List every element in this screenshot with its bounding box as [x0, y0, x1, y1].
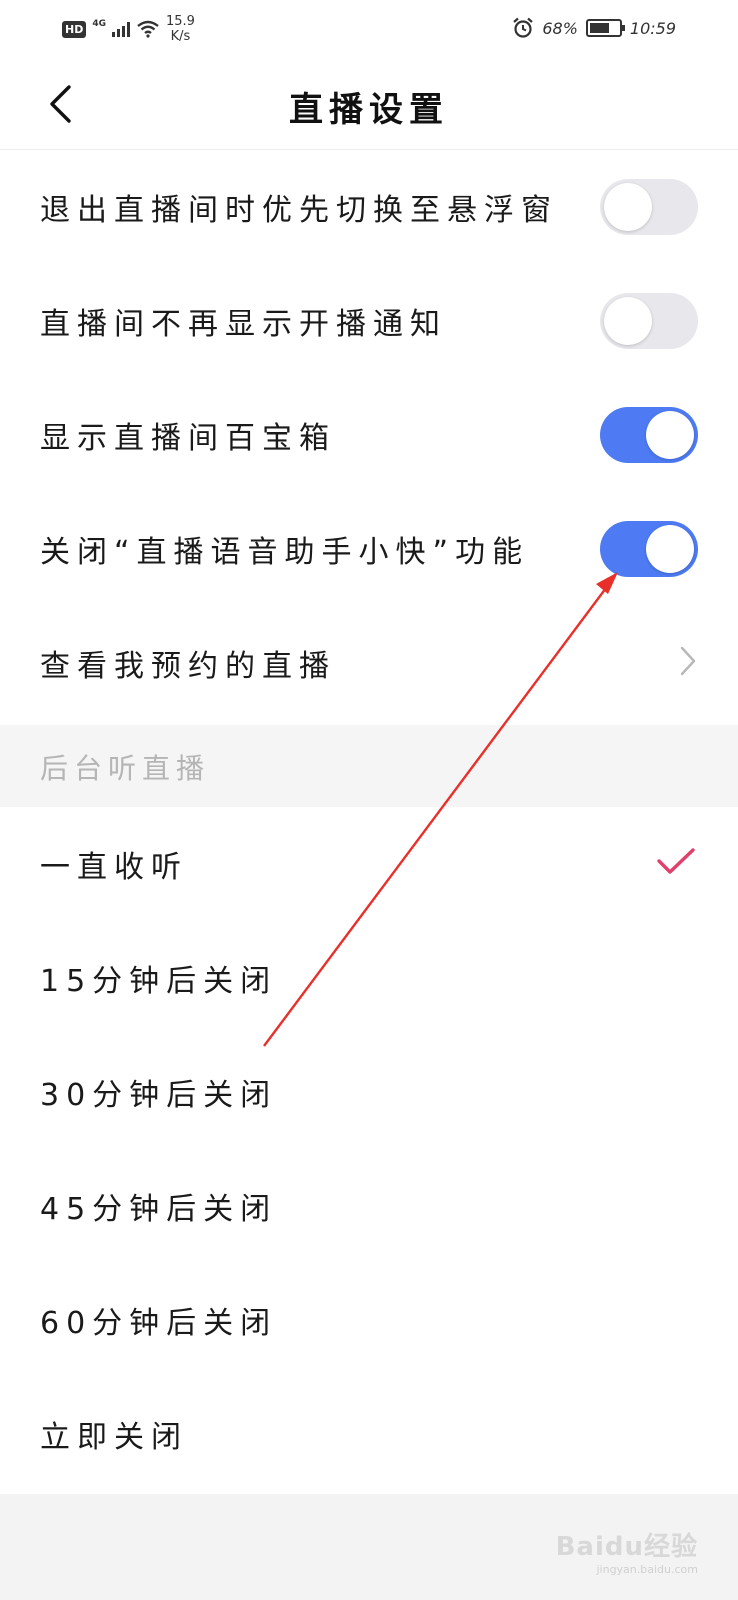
- nav-header: 直播设置: [0, 58, 738, 150]
- status-left: HD 4G 15.9 K/s: [62, 14, 195, 44]
- battery-percent: 68%: [542, 18, 578, 38]
- speed-value: 15.9: [166, 14, 195, 29]
- battery-fill: [589, 23, 609, 33]
- baidu-watermark: Baidu经验 jingyan.baidu.com: [556, 1526, 698, 1576]
- option-label: 45分钟后关闭: [40, 1192, 278, 1227]
- clock: 10:59: [629, 18, 676, 38]
- live-notification-toggle[interactable]: [600, 293, 698, 349]
- voice-assistant-toggle[interactable]: [600, 521, 698, 577]
- setting-row-floating-window[interactable]: 退出直播间时优先切换至悬浮窗: [0, 150, 738, 264]
- option-close-60min[interactable]: 60分钟后关闭: [0, 1263, 738, 1377]
- toggle-knob: [646, 525, 694, 573]
- section-title: 后台听直播: [40, 752, 211, 785]
- setting-row-voice-assistant[interactable]: 关闭“直播语音助手小快”功能: [0, 492, 738, 606]
- network-type: 4G: [92, 19, 106, 29]
- option-close-15min[interactable]: 15分钟后关闭: [0, 921, 738, 1035]
- toggle-knob: [604, 297, 652, 345]
- status-right: 68% 10:59: [512, 17, 676, 39]
- speed-unit: K/s: [170, 29, 191, 44]
- option-keep-listening[interactable]: 一直收听: [0, 807, 738, 921]
- option-label: 60分钟后关闭: [40, 1306, 278, 1341]
- watermark-site: jingyan.baidu.com: [596, 1563, 698, 1576]
- option-label: 15分钟后关闭: [40, 964, 278, 999]
- floating-window-toggle[interactable]: [600, 179, 698, 235]
- checkmark-icon: [657, 848, 695, 874]
- option-label: 立即关闭: [40, 1420, 188, 1455]
- footer-strip: Baidu经验 jingyan.baidu.com: [0, 1494, 738, 1600]
- setting-row-live-notification[interactable]: 直播间不再显示开播通知: [0, 264, 738, 378]
- hd-badge: HD: [62, 20, 87, 38]
- option-label: 30分钟后关闭: [40, 1078, 278, 1113]
- treasure-box-toggle[interactable]: [600, 407, 698, 463]
- setting-label: 直播间不再显示开播通知: [40, 307, 447, 342]
- toggle-knob: [604, 183, 652, 231]
- setting-label: 查看我预约的直播: [40, 649, 336, 684]
- section-header-background-listen: 后台听直播: [0, 725, 738, 807]
- chevron-right-icon: [680, 646, 696, 676]
- watermark-brand: Baidu经验: [555, 1532, 698, 1562]
- toggle-knob: [646, 411, 694, 459]
- setting-label: 退出直播间时优先切换至悬浮窗: [40, 193, 558, 228]
- status-bar: HD 4G 15.9 K/s 68% 10:59: [0, 0, 738, 58]
- setting-row-my-reservations[interactable]: 查看我预约的直播: [0, 606, 738, 720]
- setting-label: 关闭“直播语音助手小快”功能: [40, 535, 530, 570]
- alarm-icon: [513, 17, 534, 38]
- wifi-icon: [137, 20, 159, 38]
- option-close-45min[interactable]: 45分钟后关闭: [0, 1149, 738, 1263]
- setting-label: 显示直播间百宝箱: [40, 421, 336, 456]
- option-close-now[interactable]: 立即关闭: [0, 1377, 738, 1491]
- page-title: 直播设置: [289, 90, 449, 130]
- option-close-30min[interactable]: 30分钟后关闭: [0, 1035, 738, 1149]
- setting-row-treasure-box[interactable]: 显示直播间百宝箱: [0, 378, 738, 492]
- option-label: 一直收听: [40, 850, 188, 885]
- battery-icon: [585, 19, 625, 37]
- network-speed: 15.9 K/s: [166, 14, 195, 44]
- signal-icon: [112, 21, 130, 37]
